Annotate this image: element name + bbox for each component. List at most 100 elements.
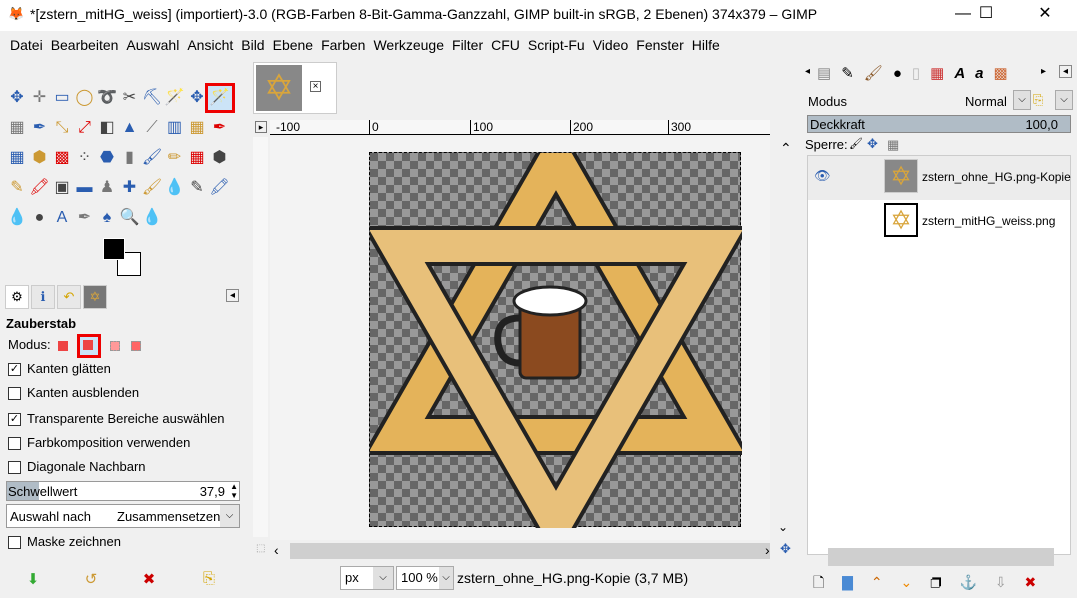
lock-pixels-icon[interactable]: 🖌 — [849, 137, 863, 150]
new-layer-icon[interactable]: 🗋 — [813, 574, 824, 590]
image-canvas[interactable] — [362, 117, 750, 564]
tool-icon[interactable]: ♟ — [95, 176, 119, 200]
mode-add-icon[interactable] — [76, 333, 101, 358]
tool-icon[interactable]: ➰ — [95, 86, 119, 110]
tool-icon[interactable]: ▬ — [73, 176, 97, 200]
maximize-button[interactable]: ☐ — [963, 0, 1009, 30]
tool-icon[interactable]: ● — [28, 206, 52, 230]
tool-icon[interactable]: ⬣ — [95, 146, 119, 170]
option-diagonal-neighbors[interactable]: Diagonale Nachbarn — [8, 457, 146, 477]
tool-icon[interactable]: ▮ — [118, 146, 142, 170]
tool-icon[interactable]: ✂ — [118, 86, 142, 110]
option-sample-merged[interactable]: Farbkomposition verwenden — [8, 433, 190, 453]
chevron-down-icon[interactable]: ⌵ — [220, 505, 239, 527]
checkbox-icon[interactable] — [8, 437, 21, 451]
tool-icon[interactable]: ⬢ — [28, 146, 52, 170]
brush-preview-icon[interactable]: ● — [893, 65, 912, 82]
tab-scroll-right-icon[interactable]: ▸ — [1041, 66, 1046, 77]
foreground-color-swatch[interactable] — [103, 238, 125, 260]
horizontal-scrollbar[interactable] — [290, 543, 770, 559]
lock-position-icon[interactable]: ✥ — [867, 136, 878, 152]
tool-icon[interactable]: ⁘ — [73, 146, 97, 170]
option-feather[interactable]: Kanten ausblenden — [8, 383, 139, 403]
canvas-area[interactable] — [270, 117, 770, 564]
tool-icon[interactable]: ✚ — [118, 176, 142, 200]
paths-tab-icon[interactable]: ✎ — [841, 65, 864, 82]
lock-alpha-icon[interactable]: ▦ — [887, 137, 899, 153]
select-by-dropdown[interactable]: Auswahl nach Zusammensetzen ⌵ — [6, 504, 240, 528]
menu-ansicht[interactable]: Ansicht — [183, 33, 237, 57]
tool-icon[interactable]: ✥ — [185, 86, 209, 110]
layer-row[interactable]: ✡ zstern_mitHG_weiss.png — [808, 200, 1070, 244]
scroll-right-icon[interactable]: › — [765, 542, 770, 558]
menu-cfu[interactable]: CFU — [487, 33, 524, 57]
tool-icon[interactable]: ⤢ — [73, 116, 97, 140]
image-tab-icon[interactable]: ✡ — [83, 285, 107, 309]
tool-icon[interactable]: ⛏ — [140, 86, 164, 110]
option-draw-mask[interactable]: Maske zeichnen — [8, 532, 121, 552]
mode-replace-icon[interactable] — [58, 340, 69, 351]
tool-icon[interactable]: ▭ — [50, 86, 74, 110]
checkbox-icon[interactable] — [8, 461, 21, 475]
tool-icon[interactable]: ✎ — [5, 176, 29, 200]
menu-auswahl[interactable]: Auswahl — [122, 33, 183, 57]
mode-dropdown[interactable]: Normal ⌵ — [963, 90, 1033, 112]
checkbox-checked-icon[interactable]: ✓ — [8, 363, 21, 377]
tool-icon[interactable]: ▣ — [50, 176, 74, 200]
checkbox-icon[interactable] — [8, 536, 21, 550]
new-layer-group-icon[interactable]: ▇ — [842, 574, 853, 590]
option-select-transparent[interactable]: ✓ Transparente Bereiche auswählen — [8, 409, 225, 429]
delete-options-icon[interactable]: ✖ — [137, 570, 161, 588]
save-options-icon[interactable]: ⬇ — [21, 570, 45, 588]
tool-icon[interactable]: 🔍 — [118, 206, 142, 230]
zoom-dropdown[interactable]: 100 % ⌵ — [396, 566, 454, 590]
chevron-down-icon[interactable]: ⌵ — [1055, 90, 1073, 110]
tool-icon[interactable]: 🖌 — [140, 176, 164, 200]
quick-mask-menu-icon[interactable]: ▸ — [255, 121, 267, 133]
tool-icon[interactable]: ✒ — [73, 206, 97, 230]
close-tab-icon[interactable]: × — [310, 81, 321, 92]
chevron-down-icon[interactable]: ⌵ — [439, 567, 453, 589]
reset-options-icon[interactable]: ⎘ — [197, 570, 221, 587]
anchor-layer-icon[interactable]: ⚓ — [960, 574, 977, 590]
menu-video[interactable]: Video — [589, 33, 633, 57]
palette-tab-icon[interactable]: ▦ — [930, 65, 954, 82]
menu-bild[interactable]: Bild — [237, 33, 268, 57]
tool-icon[interactable]: 🖍 — [28, 176, 52, 200]
tool-icon[interactable]: ⟋ — [140, 116, 164, 140]
scroll-left-icon[interactable]: ‹ — [274, 542, 279, 558]
selection-toggle-icon[interactable]: ⬚ — [256, 543, 265, 554]
tool-icon[interactable]: ▲ — [118, 116, 142, 140]
tool-icon[interactable]: ▦ — [5, 116, 29, 140]
menu-ebene[interactable]: Ebene — [269, 33, 317, 57]
tool-icon[interactable]: 🖌 — [140, 146, 164, 170]
menu-farben[interactable]: Farben — [317, 33, 369, 57]
layers-tab-icon[interactable]: ▤ — [817, 65, 841, 82]
patterns-tab-icon[interactable]: ▩ — [994, 65, 1018, 82]
layers-horizontal-scrollbar[interactable] — [828, 548, 1054, 566]
menu-werkzeuge[interactable]: Werkzeuge — [369, 33, 448, 57]
tool-icon[interactable]: ✒ — [208, 116, 232, 140]
menu-datei[interactable]: Datei — [6, 33, 47, 57]
tool-icon[interactable]: ◯ — [73, 86, 97, 110]
layer-name[interactable]: zstern_mitHG_weiss.png — [922, 214, 1055, 228]
undo-history-tab-icon[interactable]: ↶ — [57, 285, 81, 309]
tool-icon[interactable]: ◧ — [95, 116, 119, 140]
menu-hilfe[interactable]: Hilfe — [688, 33, 724, 57]
tool-icon[interactable]: ✏ — [163, 146, 187, 170]
tool-icon[interactable]: 💧 — [163, 176, 187, 200]
tool-icon[interactable]: ▦ — [185, 116, 209, 140]
tool-icon[interactable]: 💧 — [5, 206, 29, 230]
layer-row[interactable]: 👁 ✡ zstern_ohne_HG.png-Kopie — [808, 156, 1071, 200]
tool-icon[interactable]: 🖍 — [208, 176, 232, 200]
layer-name[interactable]: zstern_ohne_HG.png-Kopie — [922, 170, 1071, 184]
tool-icon[interactable]: ✎ — [185, 176, 209, 200]
eye-icon[interactable]: 👁 — [814, 168, 831, 184]
tab-scroll-left-icon[interactable]: ◂ — [805, 66, 810, 77]
chevron-down-icon[interactable]: ⌵ — [373, 567, 393, 589]
tool-icon[interactable]: ▦ — [185, 146, 209, 170]
tool-icon[interactable]: ✒ — [28, 116, 52, 140]
opacity-slider[interactable]: Deckkraft 100,0 — [807, 115, 1071, 133]
menu-fenster[interactable]: Fenster — [632, 33, 687, 57]
device-status-tab-icon[interactable]: ℹ — [31, 285, 55, 309]
